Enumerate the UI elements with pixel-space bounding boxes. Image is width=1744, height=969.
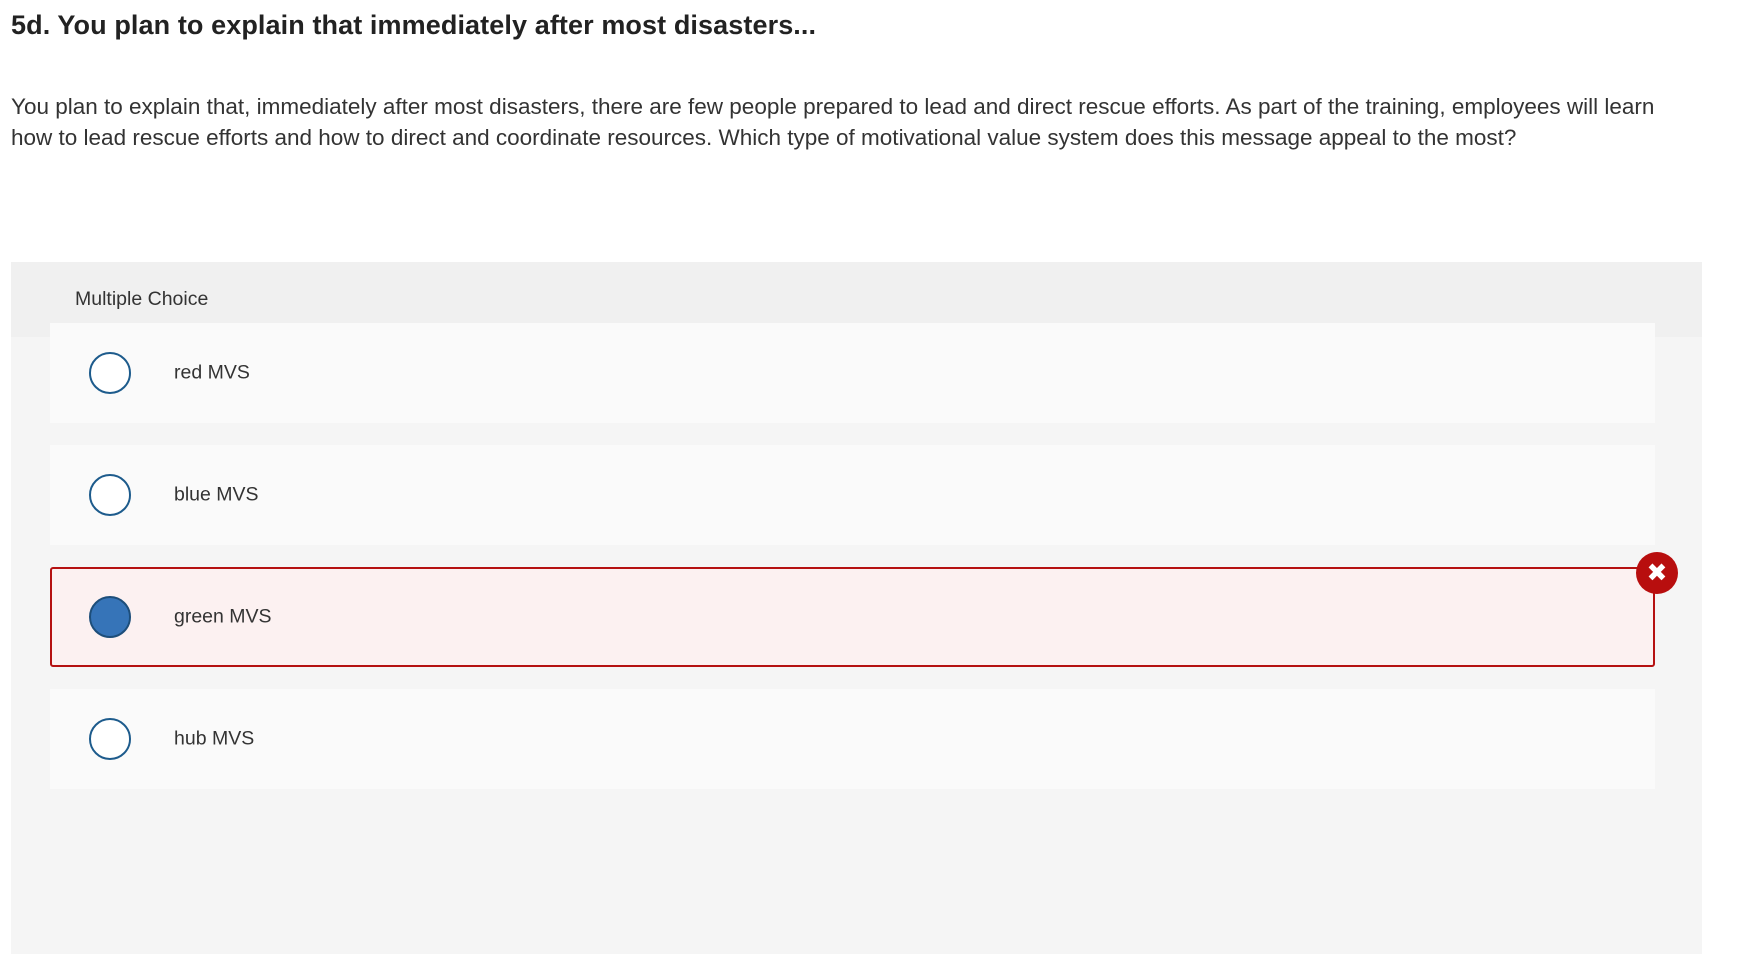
radio-button[interactable] — [89, 718, 131, 760]
question-page: 5d. You plan to explain that immediately… — [0, 0, 1744, 969]
choice-label: red MVS — [174, 361, 250, 384]
radio-button[interactable] — [89, 474, 131, 516]
radio-button-selected[interactable] — [89, 596, 131, 638]
incorrect-x-icon: ✖ — [1636, 552, 1678, 594]
question-prompt: You plan to explain that, immediately af… — [11, 94, 1655, 150]
choice-option-1[interactable]: red MVS — [50, 323, 1655, 423]
choice-option-2[interactable]: blue MVS — [50, 445, 1655, 545]
choice-label: blue MVS — [174, 483, 259, 506]
multiple-choice-panel: Multiple Choice red MVS blue MVS green M… — [11, 262, 1702, 954]
radio-button[interactable] — [89, 352, 131, 394]
choice-label: green MVS — [174, 605, 272, 628]
question-type-label: Multiple Choice — [75, 288, 209, 310]
choice-option-4[interactable]: hub MVS — [50, 689, 1655, 789]
question-title: 5d. You plan to explain that immediately… — [11, 10, 817, 40]
choice-label: hub MVS — [174, 727, 255, 750]
choice-option-3-incorrect[interactable]: green MVS ✖ — [50, 552, 1678, 667]
